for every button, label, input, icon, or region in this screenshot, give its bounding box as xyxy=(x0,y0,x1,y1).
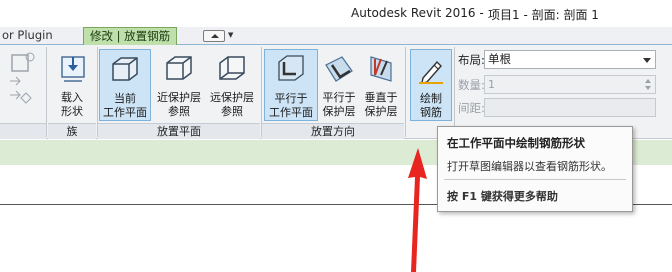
spin-down-icon[interactable] xyxy=(645,86,651,90)
document-title: 项目1 - 剖面: 剖面 1 xyxy=(488,8,599,22)
far-cover-reference-button[interactable]: 远保护层 参照 xyxy=(206,49,258,121)
spin-up-icon[interactable] xyxy=(645,79,651,83)
parallel-work-plane-button[interactable]: 平行于 工作平面 xyxy=(264,49,318,121)
load-shape-label: 载入 形状 xyxy=(61,91,83,118)
near-cover-icon xyxy=(166,56,192,80)
panel-divider xyxy=(46,47,47,137)
sketch-rebar-button[interactable]: 绘制 钢筋 xyxy=(410,49,452,121)
current-work-plane-label: 当前 工作平面 xyxy=(103,92,147,119)
parallel-work-plane-label: 平行于 工作平面 xyxy=(269,92,313,119)
tooltip-divider xyxy=(444,179,626,180)
current-work-plane-button[interactable]: 当前 工作平面 xyxy=(99,49,151,121)
partial-tool-icon[interactable] xyxy=(8,51,38,111)
annotation-arrow-icon xyxy=(408,148,427,272)
near-cover-reference-button[interactable]: 近保护层 参照 xyxy=(153,49,205,121)
pencil-icon xyxy=(419,60,443,84)
sketch-rebar-tooltip: 在工作平面中绘制钢筋形状 打开草图编辑器以查看钢筋形状。 按 F1 键获得更多帮… xyxy=(437,126,633,212)
near-cover-label: 近保护层 参照 xyxy=(157,91,201,118)
panel-title-family: 族 xyxy=(48,123,96,139)
panel-divider xyxy=(405,47,406,137)
tab-plugin[interactable]: or Plugin xyxy=(2,27,53,45)
panel-partial-left xyxy=(0,45,46,123)
panel-divider xyxy=(454,47,455,137)
spacing-field[interactable] xyxy=(484,98,656,117)
quantity-spinner[interactable]: 1 xyxy=(484,75,656,94)
layout-value: 单根 xyxy=(488,52,511,66)
layout-dropdown[interactable]: 单根 xyxy=(484,50,656,69)
tooltip-title: 在工作平面中绘制钢筋形状 xyxy=(447,136,585,150)
perpendicular-cover-button[interactable]: 垂直于 保护层 xyxy=(361,49,401,121)
load-shape-icon xyxy=(61,56,85,82)
parallel-work-plane-icon xyxy=(278,55,304,81)
panel-title-partial xyxy=(0,123,46,139)
quantity-label: 数量: xyxy=(458,78,485,92)
tooltip-help: 按 F1 键获得更多帮助 xyxy=(447,190,558,203)
spacing-label: 间距: xyxy=(458,101,485,115)
parallel-cover-icon xyxy=(325,56,353,82)
title-bar: Autodesk Revit 2016 - 项目1 - 剖面: 剖面 1 xyxy=(0,0,672,27)
ribbon-minimize-icon[interactable] xyxy=(203,30,225,42)
quantity-value: 1 xyxy=(488,78,495,91)
chevron-down-icon xyxy=(643,58,651,63)
panel-title-placement-plane: 放置平面 xyxy=(98,123,260,139)
parallel-cover-button[interactable]: 平行于 保护层 xyxy=(320,49,358,121)
panel-title-placement-direction: 放置方向 xyxy=(262,123,404,139)
ribbon-tab-row: or Plugin 修改 | 放置钢筋 ▼ xyxy=(0,27,672,46)
app-title: Autodesk Revit 2016 - xyxy=(351,6,484,20)
tooltip-description: 打开草图编辑器以查看钢筋形状。 xyxy=(447,160,612,173)
perpendicular-cover-icon xyxy=(370,56,392,82)
current-work-plane-icon xyxy=(112,57,138,81)
tab-modify-place-rebar[interactable]: 修改 | 放置钢筋 xyxy=(83,27,178,46)
load-shape-button[interactable]: 载入 形状 xyxy=(50,49,94,121)
chevron-down-icon[interactable]: ▼ xyxy=(228,31,233,39)
perpendicular-cover-label: 垂直于 保护层 xyxy=(364,91,398,118)
parallel-cover-label: 平行于 保护层 xyxy=(322,91,356,118)
far-cover-label: 远保护层 参照 xyxy=(210,91,254,118)
far-cover-icon xyxy=(219,56,245,80)
sketch-rebar-label: 绘制 钢筋 xyxy=(420,92,442,119)
layout-label: 布局: xyxy=(458,53,485,67)
